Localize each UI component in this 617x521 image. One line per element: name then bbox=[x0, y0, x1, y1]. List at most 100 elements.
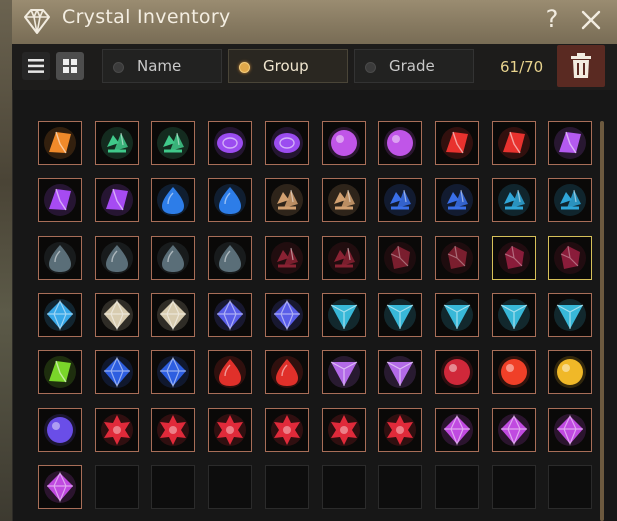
inventory-slot[interactable] bbox=[38, 235, 82, 280]
inventory-slot[interactable] bbox=[321, 350, 366, 395]
inventory-slot[interactable] bbox=[434, 292, 479, 337]
inventory-slot[interactable] bbox=[491, 407, 536, 452]
inventory-slot[interactable] bbox=[38, 178, 82, 223]
inventory-slot[interactable] bbox=[151, 407, 196, 452]
delete-button[interactable] bbox=[557, 45, 605, 87]
inventory-slot[interactable] bbox=[264, 178, 309, 223]
trash-icon bbox=[571, 53, 591, 78]
radio-indicator bbox=[113, 62, 124, 73]
inventory-slot[interactable] bbox=[38, 350, 82, 395]
tri-crystal-icon bbox=[440, 298, 473, 331]
inventory-slot[interactable] bbox=[208, 178, 253, 223]
inventory-slot[interactable] bbox=[151, 235, 196, 280]
empty-inventory-slot[interactable] bbox=[548, 464, 593, 509]
inventory-slot[interactable] bbox=[434, 178, 479, 223]
sort-tab-label: Group bbox=[263, 57, 309, 75]
inventory-slot[interactable] bbox=[321, 407, 366, 452]
inventory-slot[interactable] bbox=[491, 178, 536, 223]
inventory-slot[interactable] bbox=[208, 350, 253, 395]
inventory-slot[interactable] bbox=[94, 121, 139, 165]
inventory-slot[interactable] bbox=[321, 121, 366, 165]
inventory-slot[interactable] bbox=[548, 407, 593, 452]
inventory-slot[interactable] bbox=[434, 407, 479, 452]
inventory-slot[interactable] bbox=[378, 407, 423, 452]
inventory-slot[interactable] bbox=[378, 121, 423, 165]
inventory-slot[interactable] bbox=[151, 292, 196, 337]
drop-crystal-icon bbox=[157, 184, 190, 217]
inventory-slot[interactable] bbox=[208, 292, 253, 337]
orb-crystal-icon bbox=[327, 127, 360, 159]
inventory-slot[interactable] bbox=[94, 235, 139, 280]
inventory-slot[interactable] bbox=[264, 292, 309, 337]
diamond-crystal-icon bbox=[157, 356, 190, 389]
list-icon bbox=[28, 59, 44, 73]
inventory-slot[interactable] bbox=[321, 292, 366, 337]
empty-inventory-slot[interactable] bbox=[378, 464, 423, 509]
inventory-slot[interactable] bbox=[38, 292, 82, 337]
empty-inventory-slot[interactable] bbox=[434, 464, 479, 509]
drop-crystal-icon bbox=[270, 356, 303, 389]
inventory-slot[interactable] bbox=[434, 235, 479, 280]
sort-by-group-tab[interactable]: Group bbox=[228, 49, 348, 83]
close-icon[interactable] bbox=[578, 7, 604, 33]
drop-crystal-icon bbox=[214, 184, 247, 217]
sort-tab-label: Name bbox=[137, 57, 182, 75]
inventory-slot[interactable] bbox=[38, 407, 82, 452]
inventory-slot[interactable] bbox=[264, 407, 309, 452]
orb-crystal-icon bbox=[44, 413, 76, 446]
inventory-slot[interactable] bbox=[378, 350, 423, 395]
inventory-slot[interactable] bbox=[151, 121, 196, 165]
inventory-slot[interactable] bbox=[321, 235, 366, 280]
inventory-slot[interactable] bbox=[491, 292, 536, 337]
sort-by-grade-tab[interactable]: Grade bbox=[354, 49, 474, 83]
inventory-slot[interactable] bbox=[378, 292, 423, 337]
sort-by-name-tab[interactable]: Name bbox=[102, 49, 222, 83]
inventory-slot[interactable] bbox=[151, 350, 196, 395]
inventory-slot[interactable] bbox=[548, 235, 593, 280]
inventory-slot[interactable] bbox=[94, 292, 139, 337]
inventory-slot[interactable] bbox=[548, 178, 593, 223]
inventory-slot[interactable] bbox=[94, 407, 139, 452]
inventory-slot[interactable] bbox=[378, 235, 423, 280]
inventory-slot[interactable] bbox=[94, 178, 139, 223]
empty-inventory-slot[interactable] bbox=[491, 464, 536, 509]
inventory-slot[interactable] bbox=[208, 121, 253, 165]
shard-crystal-icon bbox=[44, 356, 76, 389]
inventory-slot[interactable] bbox=[94, 350, 139, 395]
tri-crystal-icon bbox=[554, 298, 587, 331]
empty-inventory-slot[interactable] bbox=[321, 464, 366, 509]
inventory-slot[interactable] bbox=[434, 350, 479, 395]
inventory-slot[interactable] bbox=[208, 407, 253, 452]
oval-crystal-icon bbox=[214, 127, 247, 159]
empty-inventory-slot[interactable] bbox=[94, 464, 139, 509]
scrollbar-track[interactable] bbox=[600, 121, 604, 521]
inventory-slot[interactable] bbox=[264, 121, 309, 165]
inventory-slot[interactable] bbox=[548, 121, 593, 165]
tri-crystal-icon bbox=[327, 298, 360, 331]
empty-inventory-slot[interactable] bbox=[208, 464, 253, 509]
inventory-slot[interactable] bbox=[151, 178, 196, 223]
scrollbar-thumb[interactable] bbox=[600, 121, 604, 521]
inventory-slot[interactable] bbox=[491, 121, 536, 165]
title-bar[interactable]: Crystal Inventory ? bbox=[12, 0, 617, 45]
inventory-slot[interactable] bbox=[378, 178, 423, 223]
inventory-slot[interactable] bbox=[434, 121, 479, 165]
inventory-slot[interactable] bbox=[264, 235, 309, 280]
inventory-slot[interactable] bbox=[208, 235, 253, 280]
inventory-slot[interactable] bbox=[321, 178, 366, 223]
inventory-slot[interactable] bbox=[548, 350, 593, 395]
inventory-slot[interactable] bbox=[491, 235, 536, 280]
tri-crystal-icon bbox=[327, 356, 360, 389]
tri-crystal-icon bbox=[384, 356, 417, 389]
empty-inventory-slot[interactable] bbox=[151, 464, 196, 509]
help-button[interactable]: ? bbox=[540, 5, 564, 33]
diamond-crystal-icon bbox=[554, 413, 587, 446]
inventory-slot[interactable] bbox=[38, 464, 82, 509]
list-view-button[interactable] bbox=[22, 52, 50, 80]
empty-inventory-slot[interactable] bbox=[264, 464, 309, 509]
inventory-slot[interactable] bbox=[548, 292, 593, 337]
inventory-slot[interactable] bbox=[38, 121, 82, 165]
inventory-slot[interactable] bbox=[491, 350, 536, 395]
grid-view-button[interactable] bbox=[56, 52, 84, 80]
inventory-slot[interactable] bbox=[264, 350, 309, 395]
